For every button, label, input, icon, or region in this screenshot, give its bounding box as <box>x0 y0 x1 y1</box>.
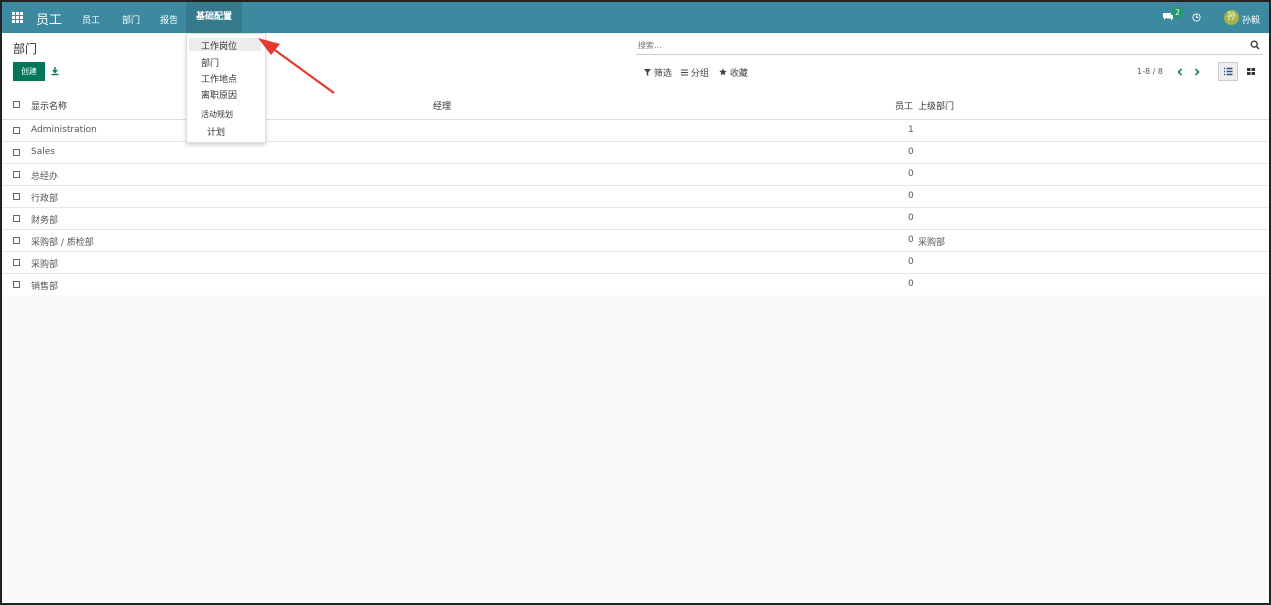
row-checkbox[interactable] <box>13 237 20 244</box>
cell-name: Administration <box>31 125 97 135</box>
user-avatar[interactable]: 孙 <box>1224 10 1239 25</box>
menu-departments[interactable]: 部门 <box>122 13 140 26</box>
chat-badge: 2 <box>1172 7 1183 18</box>
table-row[interactable]: 采购部 / 质检部 0 采购部 <box>2 230 1269 252</box>
filter-icon <box>644 69 651 76</box>
favorites-button[interactable]: 收藏 <box>719 66 748 79</box>
pager-value[interactable]: 1-8 / 8 <box>1137 67 1163 76</box>
menu-employees[interactable]: 员工 <box>82 13 100 26</box>
table-row[interactable]: Sales 0 <box>2 142 1269 164</box>
menu-configuration[interactable]: 基础配置 <box>186 2 243 33</box>
top-navbar: 员工 员工 部门 报告 基础配置 2 孙 孙毅 <box>2 2 1269 33</box>
chevron-left-icon[interactable] <box>1176 68 1184 76</box>
dropdown-item-work-locations[interactable]: 工作地点 <box>201 72 237 85</box>
header-parent-department[interactable]: 上级部门 <box>918 99 954 112</box>
cell-employees: 0 <box>908 169 914 179</box>
kanban-view-icon <box>1247 68 1255 75</box>
cell-name: 财务部 <box>31 216 59 226</box>
filter-label: 筛选 <box>653 69 672 79</box>
table-row[interactable]: 总经办 0 <box>2 164 1269 186</box>
cell-employees: 0 <box>908 235 914 245</box>
search-input[interactable] <box>636 38 1240 52</box>
configuration-dropdown: 工作岗位 部门 工作地点 离职原因 活动规划 计划 <box>186 33 266 143</box>
cell-name: Sales <box>31 147 55 157</box>
cell-parent-department: 采购部 <box>918 238 946 248</box>
select-all-checkbox[interactable] <box>13 101 20 108</box>
star-icon <box>719 68 727 76</box>
cell-employees: 0 <box>908 147 914 157</box>
kanban-view-button[interactable] <box>1241 62 1261 81</box>
list-view-icon <box>1224 67 1233 76</box>
group-by-label: 分组 <box>690 69 709 79</box>
dropdown-item-plans[interactable]: 计划 <box>207 125 225 138</box>
cell-employees: 0 <box>908 191 914 201</box>
app-grid-icon[interactable] <box>12 12 23 23</box>
cell-employees: 1 <box>908 125 914 135</box>
dropdown-item-departure-reasons[interactable]: 离职原因 <box>201 88 237 101</box>
header-display-name[interactable]: 显示名称 <box>31 99 67 112</box>
list-view-button[interactable] <box>1218 62 1238 81</box>
cell-name: 采购部 <box>31 260 59 270</box>
user-name[interactable]: 孙毅 <box>1242 13 1260 26</box>
menu-reports[interactable]: 报告 <box>160 13 178 26</box>
breadcrumb: 部门 <box>13 42 38 56</box>
dropdown-item-departments[interactable]: 部门 <box>201 56 219 69</box>
chevron-right-icon[interactable] <box>1193 68 1201 76</box>
empty-area <box>2 295 1269 603</box>
cell-employees: 0 <box>908 279 914 289</box>
cell-name: 采购部 / 质检部 <box>31 238 94 248</box>
cell-employees: 0 <box>908 257 914 267</box>
row-checkbox[interactable] <box>13 171 20 178</box>
table-row[interactable]: 销售部 0 <box>2 274 1269 296</box>
header-employees[interactable]: 员工 <box>895 99 913 112</box>
dropdown-item-job-positions[interactable]: 工作岗位 <box>201 39 237 52</box>
list-lines-icon <box>681 69 688 76</box>
download-icon[interactable] <box>50 66 60 76</box>
favorites-label: 收藏 <box>729 69 748 79</box>
row-checkbox[interactable] <box>13 215 20 222</box>
cell-name: 行政部 <box>31 194 59 204</box>
search-icon[interactable] <box>1250 40 1260 50</box>
row-checkbox[interactable] <box>13 149 20 156</box>
table-body: Administration 1 Sales 0 总经办 0 行政部 0 财务部… <box>2 120 1269 296</box>
table-row[interactable]: 财务部 0 <box>2 208 1269 230</box>
cell-name: 总经办 <box>31 172 59 182</box>
row-checkbox[interactable] <box>13 281 20 288</box>
row-checkbox[interactable] <box>13 259 20 266</box>
table-row[interactable]: 行政部 0 <box>2 186 1269 208</box>
header-manager[interactable]: 经理 <box>433 99 451 112</box>
filter-button[interactable]: 筛选 <box>644 66 672 79</box>
create-button[interactable]: 创建 <box>13 62 45 81</box>
group-by-button[interactable]: 分组 <box>681 66 709 79</box>
row-checkbox[interactable] <box>13 193 20 200</box>
table-row[interactable]: 采购部 0 <box>2 252 1269 274</box>
search-bar <box>636 38 1262 55</box>
app-brand[interactable]: 员工 <box>36 9 62 28</box>
dropdown-section-activity-planning: 活动规划 <box>201 110 233 119</box>
row-checkbox[interactable] <box>13 127 20 134</box>
clock-icon[interactable] <box>1192 13 1201 22</box>
cell-employees: 0 <box>908 213 914 223</box>
cell-name: 销售部 <box>31 282 59 292</box>
